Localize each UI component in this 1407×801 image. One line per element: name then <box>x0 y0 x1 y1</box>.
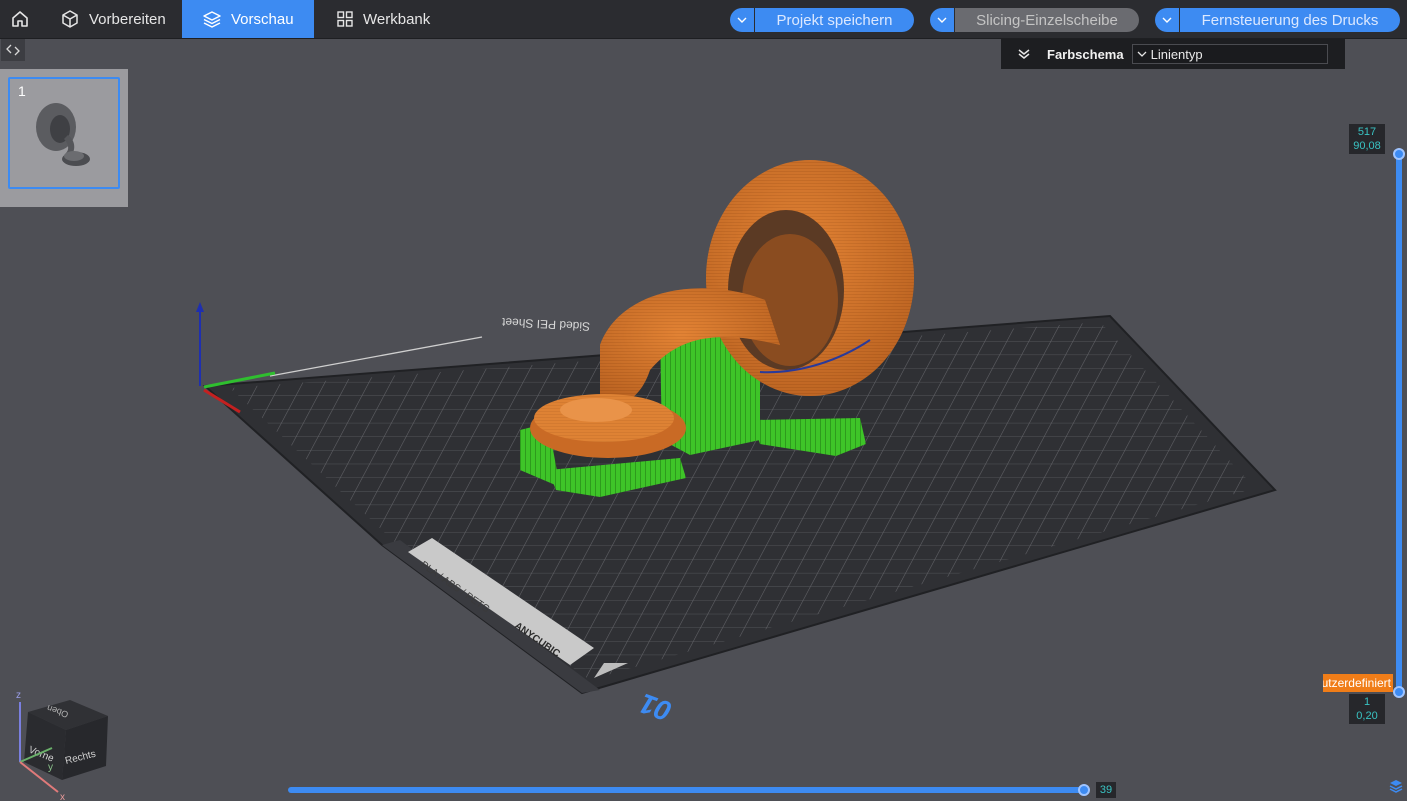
axis-z-label: z <box>16 690 21 701</box>
layer-top-readout: 517 90,08 <box>1349 124 1385 154</box>
layers-toggle-button[interactable] <box>1388 778 1404 799</box>
layers-stack-icon <box>1389 780 1403 793</box>
view-cube[interactable]: Oben Vorne Rechts z y x <box>16 690 108 801</box>
collapse-panel-button[interactable] <box>1001 48 1047 60</box>
color-scheme-panel: Farbschema Linientyp <box>1001 39 1345 69</box>
axis-y-label: y <box>48 762 53 773</box>
layer-bottom-number: 1 <box>1363 696 1371 708</box>
double-chevron-down-icon <box>1018 49 1030 59</box>
3d-viewport[interactable]: Sided PEI Sheet PLA / ABS / PETG ANYCUBI… <box>0 0 1407 801</box>
custom-tag-badge[interactable]: Benutzerdefiniert <box>1323 674 1393 692</box>
move-slider-track[interactable] <box>288 787 1086 793</box>
move-slider-handle[interactable] <box>1078 784 1090 796</box>
code-brackets-icon <box>6 44 20 56</box>
layer-slider-track[interactable] <box>1396 153 1402 693</box>
expand-sidebar-button[interactable] <box>1 39 25 61</box>
layer-top-number: 517 <box>1357 126 1377 138</box>
color-scheme-value: Linientyp <box>1150 46 1203 62</box>
plate-thumbnail[interactable]: 1 <box>8 77 120 189</box>
bed-sheet-text: Sided PEI Sheet <box>501 315 590 334</box>
model-thumbnail-icon <box>36 103 90 166</box>
axis-x-label: x <box>60 792 65 801</box>
plate-thumbnail-panel: 1 <box>0 69 128 207</box>
layer-bottom-readout: 1 0,20 <box>1349 694 1385 724</box>
color-scheme-select[interactable]: Linientyp <box>1131 44 1328 64</box>
layer-top-height: 90,08 <box>1353 140 1381 152</box>
plate-number: 01 <box>636 687 676 727</box>
layer-bottom-height: 0,20 <box>1356 710 1378 722</box>
chevron-down-icon <box>1133 51 1151 57</box>
layer-slider-bottom-handle[interactable] <box>1393 686 1405 698</box>
layer-slider-top-handle[interactable] <box>1393 148 1405 160</box>
color-scheme-title: Farbschema <box>1047 46 1124 62</box>
move-slider-value: 39 <box>1096 782 1116 798</box>
